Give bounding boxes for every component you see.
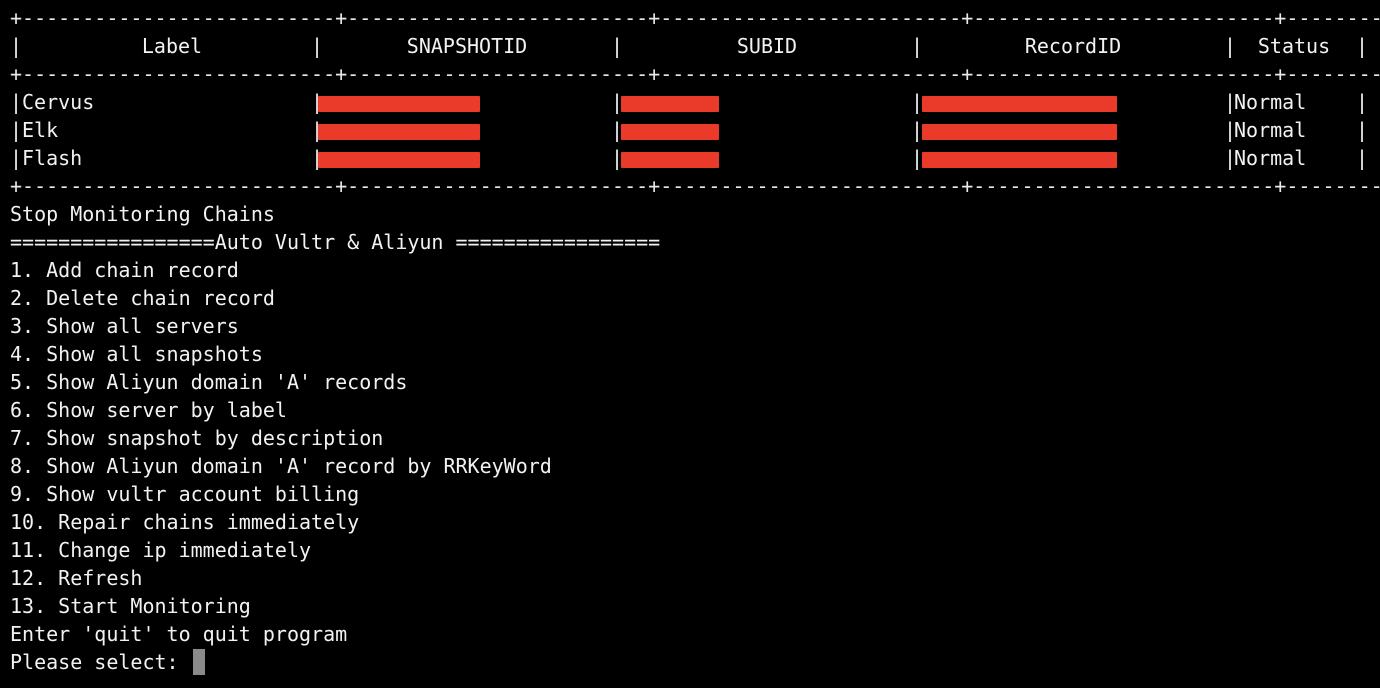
- table-pipe: |: [1356, 118, 1369, 142]
- redacted-recordid: [922, 124, 1117, 140]
- redacted-subid: [621, 96, 719, 112]
- menu-title: =================Auto Vultr & Aliyun ===…: [10, 230, 661, 254]
- command-prompt[interactable]: Please select:: [10, 648, 1372, 676]
- table-pipe: |: [611, 34, 624, 58]
- table-row: | Flash | | | | Normal |: [10, 144, 1372, 172]
- table-header-row: | Label | SNAPSHOTID | SUBID | RecordID …: [10, 32, 1372, 60]
- menu-item-server-by-label: 6. Show server by label: [10, 398, 287, 422]
- menu-item-show-snapshots: 4. Show all snapshots: [10, 342, 263, 366]
- stop-message: Stop Monitoring Chains: [10, 202, 275, 226]
- menu-item-add-chain: 1. Add chain record: [10, 258, 239, 282]
- text-cursor[interactable]: [192, 649, 205, 675]
- row-status: Normal: [1234, 90, 1307, 114]
- header-label: Label: [141, 34, 203, 58]
- redacted-subid: [621, 124, 719, 140]
- row-status: Normal: [1234, 146, 1307, 170]
- redacted-recordid: [922, 96, 1117, 112]
- redacted-subid: [621, 152, 719, 168]
- redacted-recordid: [922, 152, 1117, 168]
- table-pipe: |: [10, 34, 23, 58]
- table-row: | Cervus | | | | Normal |: [10, 88, 1372, 116]
- menu-item-repair-chains: 10. Repair chains immediately: [10, 510, 360, 534]
- table-pipe: |: [311, 34, 324, 58]
- quit-hint: Enter 'quit' to quit program: [10, 622, 348, 646]
- table-pipe: |: [10, 146, 23, 170]
- table-pipe: |: [1224, 34, 1237, 58]
- row-label: Flash: [22, 146, 83, 170]
- header-status: Status: [1257, 34, 1331, 58]
- table-pipe: |: [10, 90, 23, 114]
- header-snapshotid: SNAPSHOTID: [406, 34, 528, 58]
- menu-item-start-monitoring: 13. Start Monitoring: [10, 594, 251, 618]
- redacted-snapshotid: [318, 152, 480, 168]
- menu-item-billing: 9. Show vultr account billing: [10, 482, 360, 506]
- menu-item-show-domain-records: 5. Show Aliyun domain 'A' records: [10, 370, 408, 394]
- table-row: | Elk | | | | Normal |: [10, 116, 1372, 144]
- menu-item-show-servers: 3. Show all servers: [10, 314, 239, 338]
- menu-item-change-ip: 11. Change ip immediately: [10, 538, 312, 562]
- table-border-top: +--------------------------+------------…: [10, 6, 1380, 30]
- menu-item-record-by-keyword: 8. Show Aliyun domain 'A' record by RRKe…: [10, 454, 552, 478]
- table-pipe: |: [1356, 90, 1369, 114]
- menu-item-snapshot-by-description: 7. Show snapshot by description: [10, 426, 384, 450]
- menu-item-delete-chain: 2. Delete chain record: [10, 286, 275, 310]
- prompt-text: Please select:: [10, 650, 191, 674]
- row-label: Elk: [22, 118, 59, 142]
- table-border-bottom: +--------------------------+------------…: [10, 174, 1380, 198]
- table-border-header: +--------------------------+------------…: [10, 62, 1380, 86]
- menu-item-refresh: 12. Refresh: [10, 566, 143, 590]
- row-status: Normal: [1234, 118, 1307, 142]
- table-pipe: |: [911, 34, 924, 58]
- redacted-snapshotid: [318, 96, 480, 112]
- table-pipe: |: [1356, 146, 1369, 170]
- table-pipe: |: [1356, 34, 1369, 58]
- redacted-snapshotid: [318, 124, 480, 140]
- row-label: Cervus: [22, 90, 95, 114]
- header-recordid: RecordID: [1024, 34, 1122, 58]
- header-subid: SUBID: [736, 34, 798, 58]
- terminal-window: +--------------------------+------------…: [10, 4, 1380, 676]
- table-pipe: |: [10, 118, 23, 142]
